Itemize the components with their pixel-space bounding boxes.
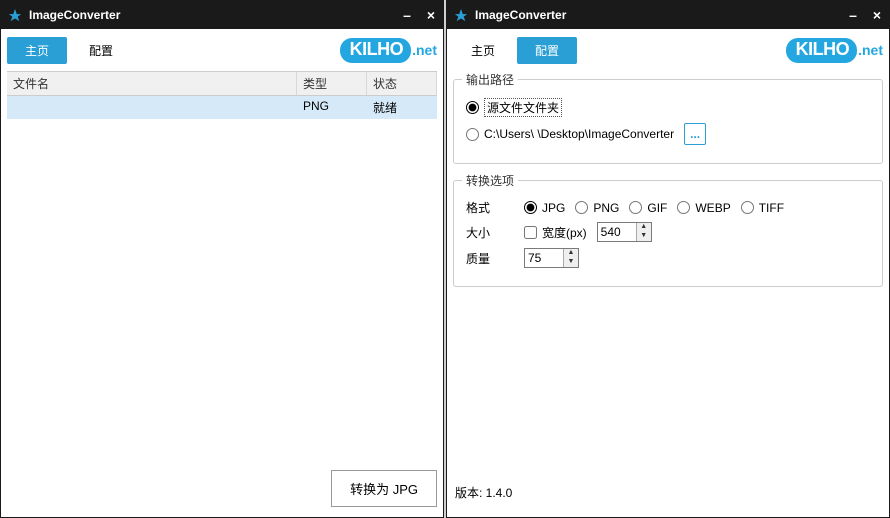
radio-custom-path[interactable]: C:\Users\ \Desktop\ImageConverter: [466, 127, 674, 141]
cell-name: [7, 96, 297, 119]
titlebar[interactable]: ImageConverter – ×: [447, 1, 889, 29]
spin-down-icon[interactable]: ▼: [637, 232, 651, 241]
header-type[interactable]: 类型: [297, 72, 367, 95]
cell-type: PNG: [297, 96, 367, 119]
radio-source-folder-label: 源文件文件夹: [484, 98, 562, 117]
version-text: 版本: 1.4.0: [453, 480, 883, 509]
radio-custom-path-input[interactable]: [466, 128, 479, 141]
spin-up-icon[interactable]: ▲: [564, 249, 578, 258]
radio-jpg-input[interactable]: [524, 201, 537, 214]
logo-main: KILHO: [786, 38, 858, 63]
width-input[interactable]: [598, 224, 636, 240]
table-body[interactable]: PNG 就绪: [7, 96, 437, 462]
table-header: 文件名 类型 状态: [7, 71, 437, 96]
radio-webp-label: WEBP: [695, 201, 730, 215]
window-title: ImageConverter: [475, 8, 847, 22]
close-button[interactable]: ×: [871, 8, 883, 22]
radio-tiff-label: TIFF: [759, 201, 784, 215]
radio-png-input[interactable]: [575, 201, 588, 214]
app-window-left: ImageConverter – × 主页 配置 KILHO .net 文件名 …: [0, 0, 444, 518]
format-label: 格式: [466, 199, 514, 216]
logo-sub: .net: [412, 42, 437, 58]
radio-jpg-label: JPG: [542, 201, 565, 215]
radio-format-tiff[interactable]: TIFF: [741, 201, 784, 215]
titlebar[interactable]: ImageConverter – ×: [1, 1, 443, 29]
radio-source-folder[interactable]: 源文件文件夹: [466, 98, 562, 117]
tab-config[interactable]: 配置: [71, 37, 131, 64]
check-width-label: 宽度(px): [542, 224, 587, 241]
config-body: 输出路径 源文件文件夹 C:\Users\ \Desktop\ImageConv…: [453, 71, 883, 511]
logo-sub: .net: [858, 42, 883, 58]
table-row[interactable]: PNG 就绪: [7, 96, 437, 119]
tab-home[interactable]: 主页: [7, 37, 67, 64]
spin-up-icon[interactable]: ▲: [637, 223, 651, 232]
radio-gif-label: GIF: [647, 201, 667, 215]
radio-format-jpg[interactable]: JPG: [524, 201, 565, 215]
radio-gif-input[interactable]: [629, 201, 642, 214]
file-table: 文件名 类型 状态 PNG 就绪: [7, 71, 437, 462]
radio-tiff-input[interactable]: [741, 201, 754, 214]
content: 主页 配置 KILHO .net 输出路径 源文件文件夹: [447, 29, 889, 517]
group-legend: 输出路径: [462, 71, 518, 88]
app-window-right: ImageConverter – × 主页 配置 KILHO .net 输出路径…: [446, 0, 890, 518]
check-width[interactable]: 宽度(px): [524, 224, 587, 241]
quality-label: 质量: [466, 250, 514, 267]
tab-config[interactable]: 配置: [517, 37, 577, 64]
convert-bar: 转换为 JPG: [7, 462, 437, 511]
browse-button[interactable]: ...: [684, 123, 706, 145]
cell-status: 就绪: [367, 96, 437, 119]
radio-webp-input[interactable]: [677, 201, 690, 214]
header-name[interactable]: 文件名: [7, 72, 297, 95]
radio-source-folder-input[interactable]: [466, 101, 479, 114]
logo-main: KILHO: [340, 38, 412, 63]
spin-down-icon[interactable]: ▼: [564, 258, 578, 267]
radio-format-gif[interactable]: GIF: [629, 201, 667, 215]
width-spinner[interactable]: ▲ ▼: [597, 222, 652, 242]
tab-home[interactable]: 主页: [453, 37, 513, 64]
minimize-button[interactable]: –: [401, 8, 413, 22]
custom-path-text: C:\Users\ \Desktop\ImageConverter: [484, 127, 674, 141]
toolbar: 主页 配置 KILHO .net: [7, 35, 437, 65]
radio-png-label: PNG: [593, 201, 619, 215]
radio-format-webp[interactable]: WEBP: [677, 201, 730, 215]
brand-logo: KILHO .net: [340, 38, 437, 63]
app-icon: [453, 7, 469, 23]
window-title: ImageConverter: [29, 8, 401, 22]
toolbar: 主页 配置 KILHO .net: [453, 35, 883, 65]
convert-options-group: 转换选项 格式 JPG PNG GIF: [453, 180, 883, 287]
window-controls: – ×: [847, 8, 883, 22]
close-button[interactable]: ×: [425, 8, 437, 22]
radio-format-png[interactable]: PNG: [575, 201, 619, 215]
quality-input[interactable]: [525, 250, 563, 266]
header-status[interactable]: 状态: [367, 72, 437, 95]
group-legend: 转换选项: [462, 172, 518, 189]
convert-button[interactable]: 转换为 JPG: [331, 470, 437, 507]
output-path-group: 输出路径 源文件文件夹 C:\Users\ \Desktop\ImageConv…: [453, 79, 883, 164]
content: 主页 配置 KILHO .net 文件名 类型 状态 PNG 就绪: [1, 29, 443, 517]
quality-spinner[interactable]: ▲ ▼: [524, 248, 579, 268]
size-label: 大小: [466, 224, 514, 241]
check-width-input[interactable]: [524, 226, 537, 239]
window-controls: – ×: [401, 8, 437, 22]
minimize-button[interactable]: –: [847, 8, 859, 22]
app-icon: [7, 7, 23, 23]
brand-logo: KILHO .net: [786, 38, 883, 63]
